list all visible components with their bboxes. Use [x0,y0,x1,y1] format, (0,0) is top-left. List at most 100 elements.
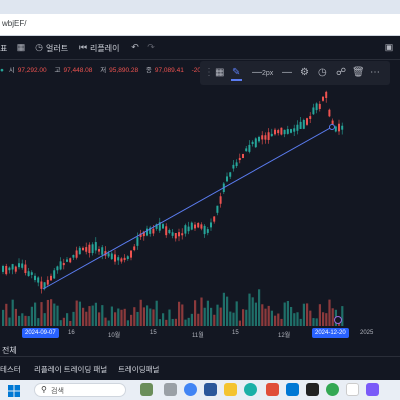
volume-bar [123,308,126,326]
app-purple-icon[interactable] [366,383,379,396]
time-label: 15 [150,330,157,336]
tab-replay-trading-panel[interactable]: 리플레이 트레이딩 패널 [34,364,107,375]
address-bar[interactable]: wbjEF/ [0,14,400,36]
volume-bar [53,303,56,326]
volume-bar [213,314,216,326]
candle-body [91,244,94,254]
redo-icon[interactable]: ↷ [146,42,156,52]
grid-layout-icon[interactable]: ▦ [16,42,26,52]
alert-add-icon[interactable]: ◷ [318,67,327,79]
volume-bar [117,308,120,326]
alert-button[interactable]: 얼러트 [46,43,68,54]
trash-icon[interactable]: 🗑 [352,67,365,79]
candle-body [258,136,260,142]
chrome-icon[interactable] [184,383,197,396]
fullscreen-icon[interactable]: ▣ [384,42,394,52]
price-chart[interactable] [0,86,400,340]
candle-body [66,259,68,262]
open-value: 97,292.00 [17,67,47,74]
template-icon[interactable]: ▦ [215,67,224,79]
volume-bar [130,314,133,326]
volume-bar [312,318,315,326]
candle-body [130,250,132,258]
candle-body [283,129,286,135]
volume-bar [152,309,155,326]
undo-icon[interactable]: ↶ [130,42,140,52]
candle-body [213,216,216,222]
candle-body [286,129,289,134]
range-all-button[interactable]: 전체 [2,345,17,356]
volume-bar [235,301,238,326]
candle-body [299,121,302,129]
candle-body [274,129,276,135]
volume-bar [114,312,117,326]
candle-body [53,270,56,279]
drag-handle-icon[interactable]: ⋮ [204,67,214,79]
outlook-icon[interactable] [286,383,299,396]
dash-style-icon[interactable]: — [282,67,292,79]
windows-start-icon[interactable] [8,384,20,397]
candle-body [306,118,308,125]
tab-tester[interactable]: 테스터 [0,364,21,375]
candle-body [126,256,129,259]
candle-body [162,224,164,229]
volume-bar [101,305,104,326]
volume-bar [59,320,62,326]
file-explorer-icon[interactable] [224,383,237,396]
candle-body [181,233,184,236]
line-style-icon[interactable]: — [252,67,262,79]
volume-bar [318,304,321,326]
widget-avatar-icon[interactable] [140,383,153,396]
line-width-label[interactable]: 2px [262,68,273,80]
trendline [42,126,333,290]
volume-bar [293,313,296,326]
toolbar-left-label[interactable]: 표 [0,43,7,54]
open-label: 시 [8,67,15,74]
task-view-icon[interactable] [164,383,177,396]
volume-bar [174,318,177,326]
low-value: 95,890.28 [109,67,139,74]
volume-bar [222,292,225,326]
volume-bar [98,312,101,326]
taskbar-search[interactable]: ⚲ 검색 [34,383,126,397]
volume-bar [242,309,245,326]
app-light-icon[interactable] [346,383,359,396]
close-value: 97,089.41 [154,67,184,74]
volume-bar [277,313,280,326]
time-label: 12월 [278,333,291,339]
tab-trading-panel[interactable]: 트레이딩패널 [118,364,159,375]
replay-icon[interactable]: ⏮ [78,42,88,52]
settings-gear-icon[interactable]: ⚙ [300,67,309,79]
os-taskbar: ⚲ 검색 [0,380,400,400]
chrome-2-icon[interactable] [326,383,339,396]
volume-bar [238,320,241,326]
lock-icon[interactable]: ☍ [336,67,346,79]
volume-bar [270,310,273,326]
candle-body [120,258,123,262]
volume-bar [302,303,305,326]
candle-body [2,265,4,272]
volume-bar [219,307,222,326]
alert-clock-icon[interactable]: ◷ [34,42,44,52]
candle-body [27,271,30,277]
candle-body [82,247,84,251]
volume-bar [69,320,72,326]
time-axis[interactable]: 2024-09-07 16 10월 15 11월 15 12월 2024-12-… [0,327,400,341]
search-icon: ⚲ [41,385,47,394]
candle-body [187,226,190,232]
replay-button[interactable]: 리플레이 [90,43,119,54]
store-icon[interactable] [266,383,279,396]
app-icon[interactable] [204,383,217,396]
volume-bar [139,299,142,326]
candle-body [107,253,110,257]
edge-icon[interactable] [244,383,257,396]
volume-bar [82,307,85,326]
volume-bar [72,311,75,326]
candle-body [24,264,27,274]
pencil-color-icon[interactable]: ✎ [232,67,240,79]
candle-body [245,148,248,152]
candle-body [184,225,187,234]
app-dark-icon[interactable] [306,383,319,396]
more-icon[interactable]: ⋯ [370,67,380,79]
url-text[interactable]: wbjEF/ [2,19,26,28]
